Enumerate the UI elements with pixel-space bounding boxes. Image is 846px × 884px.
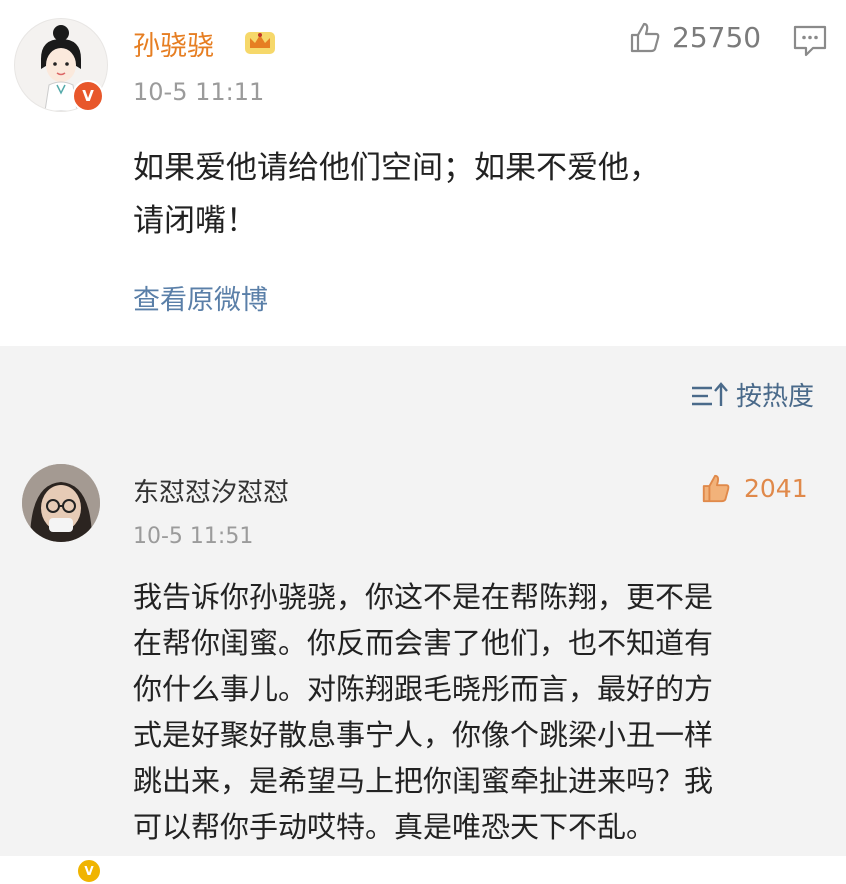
comment-line: 跳出来，是希望马上把你闺蜜牵扯进来吗？我	[133, 764, 714, 798]
post-content: 如果爱他请给他们空间；如果不爱他， 请闭嘴！	[133, 142, 823, 248]
post-like-count: 25750	[672, 20, 762, 54]
view-original-link[interactable]: 查看原微博	[133, 278, 268, 317]
commenter-photo-icon	[22, 464, 100, 542]
comment-line: 可以帮你手动哎特。真是唯恐天下不乱。	[133, 810, 656, 844]
verified-badge-icon: V	[76, 858, 102, 884]
sort-label: 按热度	[735, 382, 814, 412]
sort-by-hot-button[interactable]: 按热度	[690, 376, 814, 413]
comment-like-button[interactable]: 2041	[700, 472, 808, 504]
comment-line: 我告诉你孙骁骁，你这不是在帮陈翔，更不是	[133, 580, 714, 614]
comment-line: 式是好聚好散息事宁人，你像个跳梁小丑一样	[133, 718, 714, 752]
comments-section: 按热度 V 东怼怼汐怼怼 10-5 11:51 2041 我告诉你孙骁骁，你这不…	[0, 346, 846, 884]
commenter-name[interactable]: 东怼怼汐怼怼	[133, 472, 289, 509]
comment-line: 你什么事儿。对陈翔跟毛晓彤而言，最好的方	[133, 672, 714, 706]
comment-icon[interactable]	[792, 24, 828, 58]
comment-like-count: 2041	[744, 473, 808, 503]
post-content-line: 如果爱他请给他们空间；如果不爱他，	[133, 150, 660, 186]
post-content-line: 请闭嘴！	[133, 203, 257, 239]
post-timestamp: 10-5 11:11	[133, 78, 265, 106]
post-like-button[interactable]: 25750	[628, 20, 761, 54]
comment-content: 我告诉你孙骁骁，你这不是在帮陈翔，更不是 在帮你闺蜜。你反而会害了他们，也不知道…	[133, 574, 823, 850]
comment-timestamp: 10-5 11:51	[133, 524, 254, 549]
vip-crown-icon	[245, 32, 275, 54]
post-card: V 孙骁骁 10-5 11:11 25750 如果爱他请给他们空间；如果不爱他，…	[0, 0, 846, 346]
comment-line: 在帮你闺蜜。你反而会害了他们，也不知道有	[133, 626, 714, 660]
commenter-avatar[interactable]	[22, 464, 100, 542]
verified-badge-icon: V	[72, 80, 104, 112]
post-author-name[interactable]: 孙骁骁	[133, 24, 214, 63]
thumbs-up-icon	[630, 22, 660, 53]
sort-icon	[691, 381, 728, 406]
thumbs-up-liked-icon	[702, 474, 730, 503]
